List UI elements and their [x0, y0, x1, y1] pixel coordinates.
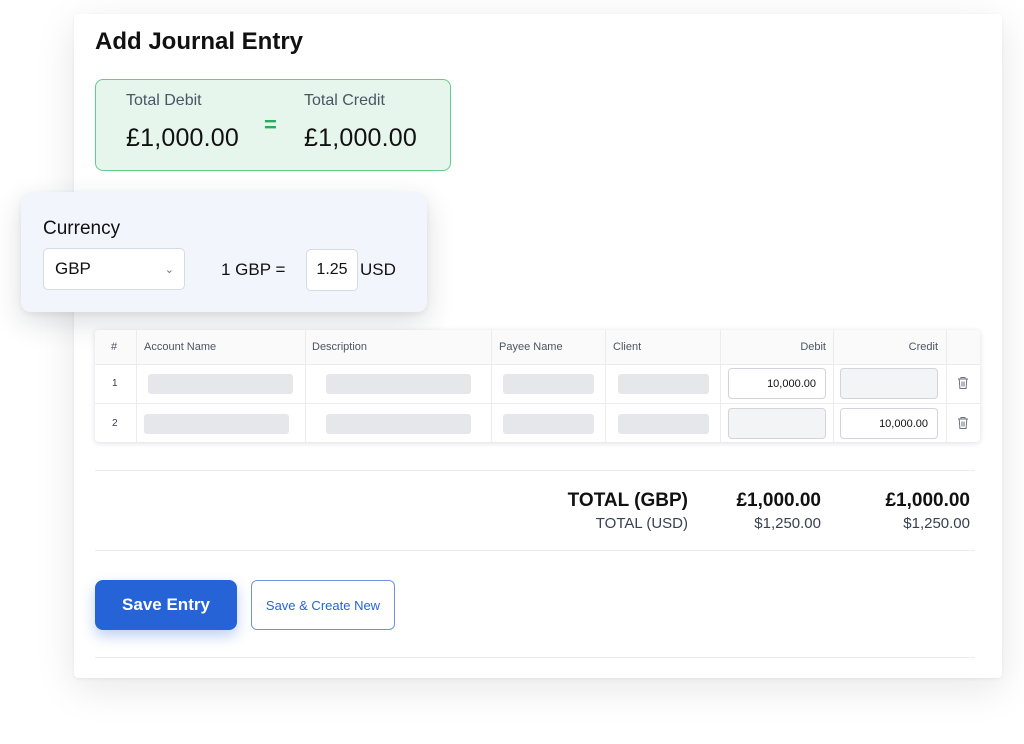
total-credit-value: £1,000.00	[304, 124, 418, 152]
table-row: 2	[95, 403, 980, 442]
table-row: 1	[95, 364, 980, 403]
chevron-down-icon: ⌄	[164, 263, 174, 276]
exchange-rate-prefix: 1 GBP =	[221, 260, 286, 279]
total-usd-label: TOTAL (USD)	[595, 515, 688, 532]
total-credit-usd: $1,250.00	[903, 515, 970, 532]
page-title: Add Journal Entry	[95, 28, 304, 55]
header-description: Description	[312, 341, 368, 353]
payee-name-field[interactable]	[503, 374, 594, 394]
currency-label: Currency	[43, 218, 121, 239]
total-debit-value: £1,000.00	[126, 124, 240, 152]
trash-icon[interactable]	[957, 376, 969, 390]
description-field[interactable]	[326, 374, 471, 394]
table-header: # Account Name Description Payee Name Cl…	[95, 330, 980, 365]
credit-input[interactable]	[840, 368, 938, 399]
client-field[interactable]	[618, 374, 709, 394]
total-credit-label: Total Credit	[304, 92, 385, 109]
divider	[95, 657, 975, 658]
header-credit: Credit	[908, 341, 938, 353]
total-debit-label: Total Debit	[126, 92, 202, 109]
currency-selected-value: GBP	[55, 259, 91, 278]
account-name-field[interactable]	[144, 414, 289, 434]
header-payee-name: Payee Name	[499, 341, 563, 353]
equals-sign: =	[264, 112, 277, 137]
row-number: 1	[112, 378, 118, 389]
save-create-new-button[interactable]: Save & Create New	[251, 580, 395, 630]
header-account-name: Account Name	[144, 341, 217, 353]
header-num: #	[111, 341, 118, 353]
debit-input[interactable]	[728, 408, 826, 439]
debit-input[interactable]	[728, 368, 826, 399]
trash-icon[interactable]	[957, 416, 969, 430]
currency-select[interactable]: GBP ⌄	[43, 248, 185, 290]
header-debit: Debit	[800, 341, 826, 353]
journal-lines-table: # Account Name Description Payee Name Cl…	[95, 330, 980, 442]
row-number: 2	[112, 418, 118, 429]
account-name-field[interactable]	[148, 374, 293, 394]
exchange-rate-input[interactable]	[306, 249, 358, 291]
currency-panel: Currency GBP ⌄ 1 GBP = USD	[21, 192, 427, 312]
payee-name-field[interactable]	[503, 414, 594, 434]
total-debit-gbp: £1,000.00	[736, 490, 821, 511]
header-client: Client	[613, 341, 642, 353]
exchange-rate-suffix: USD	[360, 260, 396, 279]
save-entry-button[interactable]: Save Entry	[95, 580, 237, 630]
total-debit: Total Debit £1,000.00	[126, 92, 239, 153]
balance-summary: Total Debit £1,000.00 = Total Credit £1,…	[95, 79, 451, 171]
total-credit: Total Credit £1,000.00	[304, 92, 417, 153]
divider	[95, 550, 975, 551]
description-field[interactable]	[326, 414, 471, 434]
total-credit-gbp: £1,000.00	[885, 490, 970, 511]
client-field[interactable]	[618, 414, 709, 434]
total-debit-usd: $1,250.00	[754, 515, 821, 532]
divider	[95, 470, 975, 471]
total-gbp-label: TOTAL (GBP)	[567, 490, 688, 511]
credit-input[interactable]	[840, 408, 938, 439]
